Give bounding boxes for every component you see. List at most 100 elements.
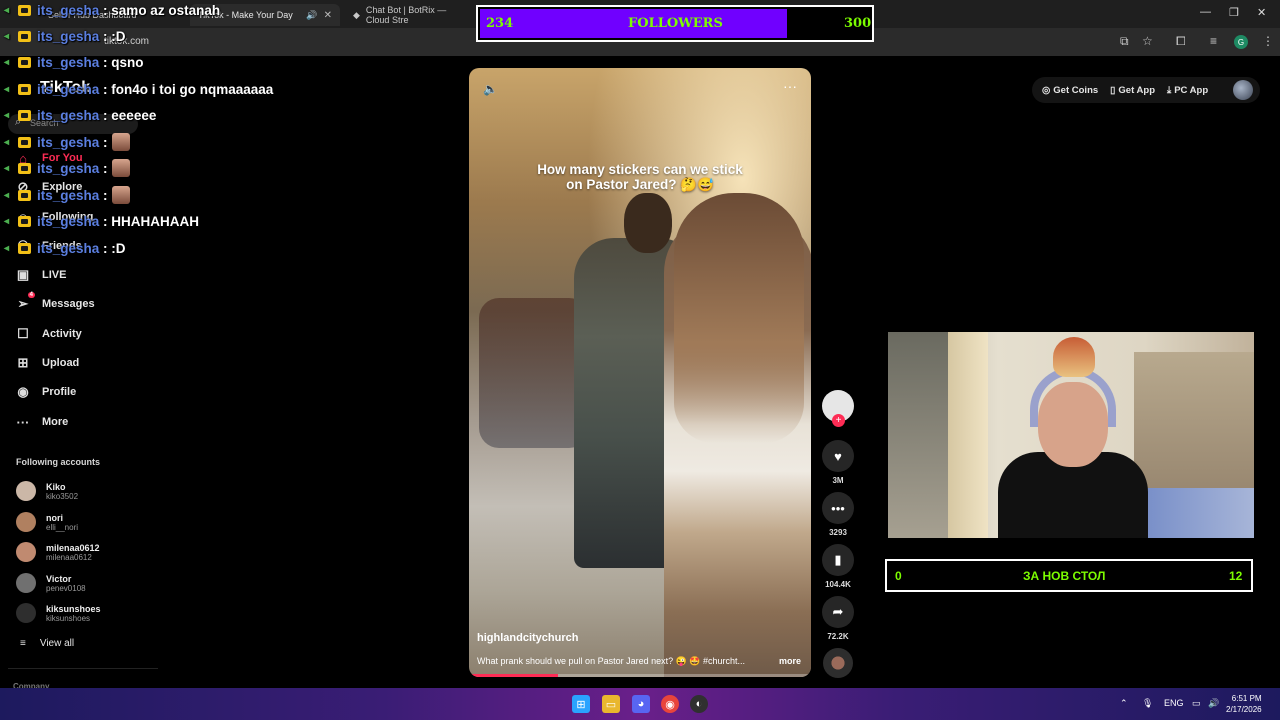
extensions-icon[interactable]: ⧠ (1176, 34, 1186, 49)
nav-label: More (42, 416, 69, 428)
windows-start-icon[interactable]: ⊞ (572, 695, 590, 713)
get-coins-button[interactable]: ◎ Get Coins (1042, 85, 1098, 96)
chat-arrow-icon: ◂ (4, 83, 10, 95)
more-icon: ··· (16, 414, 30, 430)
close-window-icon[interactable]: ✕ (1257, 6, 1266, 19)
network-icon[interactable]: ▭ (1192, 698, 1201, 709)
chat-username: its_gesha (37, 81, 100, 97)
chat-username: its_gesha (37, 240, 100, 256)
chat-text: : (103, 134, 108, 150)
microphone-icon[interactable]: 🎙 (1142, 698, 1153, 709)
heart-icon[interactable]: ♥ (822, 440, 854, 472)
chat-arrow-icon: ◂ (4, 242, 10, 254)
chat-text: : :D (103, 28, 126, 44)
comment-action[interactable]: ••• 3293 (822, 492, 854, 537)
like-action[interactable]: ♥ 3M (822, 440, 854, 485)
close-tab-icon[interactable]: ✕ (324, 10, 332, 21)
crown-icon (18, 242, 31, 254)
chat-message: ◂ its_gesha : :D (4, 238, 126, 258)
avatar (16, 542, 36, 562)
chat-text: : HHAHAHAAH (103, 213, 200, 229)
chat-arrow-icon: ◂ (4, 162, 10, 174)
crown-icon (18, 4, 31, 16)
nav-profile[interactable]: ◉ Profile (14, 381, 76, 403)
volume-icon[interactable]: 🔈 (483, 82, 498, 96)
more-button[interactable]: more (779, 656, 801, 666)
tray-chevron-icon[interactable]: ⌃ (1120, 698, 1128, 709)
chat-username: its_gesha (37, 2, 100, 18)
video-player[interactable]: 🔈 ··· How many stickers can we stick on … (469, 68, 811, 677)
chrome-icon[interactable]: ◉ (661, 695, 679, 713)
creator-avatar[interactable]: + (822, 390, 854, 427)
nav-activity[interactable]: ☐ Activity (14, 323, 82, 345)
nav-upload[interactable]: ⊞ Upload (14, 352, 80, 374)
phone-icon: ▯ (1110, 84, 1116, 96)
get-app-button[interactable]: ▯ Get App (1110, 85, 1155, 96)
language-indicator[interactable]: ENG (1164, 698, 1184, 708)
following-account[interactable]: nori elli__nori (16, 508, 78, 536)
crown-icon (18, 136, 31, 148)
file-explorer-icon[interactable]: ▭ (602, 695, 620, 713)
cast-icon[interactable]: ⧉ (1120, 34, 1129, 49)
nav-more[interactable]: ··· More (14, 411, 69, 433)
obs-icon[interactable]: ◐ (690, 695, 708, 713)
video-progress-bar[interactable] (469, 674, 811, 677)
view-all-label: View all (39, 638, 75, 649)
minimize-icon[interactable]: — (1200, 6, 1211, 18)
browser-menu-icon[interactable]: ⋮ (1262, 34, 1274, 48)
caption-line: on Pastor Jared? 🤔😅 (566, 177, 714, 192)
comment-icon[interactable]: ••• (822, 492, 854, 524)
screen: Seller Hub Dashboard TikTok - Make Your … (0, 0, 1280, 720)
audio-icon[interactable]: 🔊 (306, 10, 317, 21)
chat-message: ◂ its_gesha : (4, 185, 130, 205)
crown-icon (18, 162, 31, 174)
chat-arrow-icon: ◂ (4, 215, 10, 227)
bookmark-star-icon[interactable]: ☆ (1142, 34, 1153, 48)
account-name: Victor (46, 573, 72, 584)
share-count: 72.2K (827, 632, 849, 641)
chat-username: its_gesha (37, 134, 100, 150)
follow-plus-icon[interactable]: + (832, 414, 845, 427)
chat-arrow-icon: ◂ (4, 4, 10, 16)
nav-messages[interactable]: ➢ 4 Messages (14, 292, 95, 315)
share-icon[interactable]: ➦ (822, 596, 854, 628)
save-action[interactable]: ▮ 104.4K (822, 544, 854, 589)
video-description: What prank should we pull on Pastor Jare… (477, 656, 746, 666)
pc-app-label: PC App (1174, 84, 1209, 96)
get-coins-label: Get Coins (1053, 84, 1099, 96)
view-all-button[interactable]: ≡ View all (20, 638, 74, 649)
browser-profile-avatar[interactable]: G (1234, 35, 1248, 49)
account-name: nori (46, 512, 63, 523)
chat-arrow-icon: ◂ (4, 109, 10, 121)
following-account[interactable]: Kiko kiko3502 (16, 477, 78, 505)
tab-botrix[interactable]: ◆ Chat Bot | BotRix — Cloud Stre (345, 4, 470, 26)
messages-badge: 4 (27, 292, 35, 298)
music-disc-icon[interactable] (823, 648, 853, 678)
chat-arrow-icon: ◂ (4, 56, 10, 68)
webcam-background (948, 332, 988, 538)
account-name: kiksunshoes (46, 603, 101, 614)
chat-username: its_gesha (37, 213, 100, 229)
reading-list-icon[interactable]: ≡ (1210, 34, 1217, 48)
restore-icon[interactable]: ❐ (1229, 6, 1239, 19)
nav-label: Upload (42, 357, 80, 369)
following-account[interactable]: milenaa0612 milenaa0612 (16, 538, 100, 566)
video-caption: How many stickers can we stick on Pastor… (469, 162, 811, 192)
hat-figure (1053, 337, 1095, 377)
crown-icon (18, 83, 31, 95)
discord-icon[interactable]: ◕ (632, 695, 650, 713)
video-menu-icon[interactable]: ··· (783, 78, 797, 94)
pc-app-button[interactable]: ⤓ PC App (1167, 85, 1208, 96)
bookmark-icon[interactable]: ▮ (822, 544, 854, 576)
following-account[interactable]: kiksunshoes kiksunshoes (16, 599, 101, 627)
chat-text: : (103, 160, 108, 176)
speaker-icon[interactable]: 🔊 (1208, 698, 1219, 709)
followers-target: 300 (844, 16, 872, 31)
nav-live[interactable]: ▣ LIVE (14, 264, 67, 286)
clock[interactable]: 6:51 PM 2/17/2026 (1226, 693, 1262, 715)
crown-icon (18, 30, 31, 42)
user-avatar[interactable] (1233, 80, 1253, 100)
video-author[interactable]: highlandcitychurch (477, 632, 578, 644)
share-action[interactable]: ➦ 72.2K (822, 596, 854, 641)
following-account[interactable]: Victor penev0108 (16, 569, 86, 597)
